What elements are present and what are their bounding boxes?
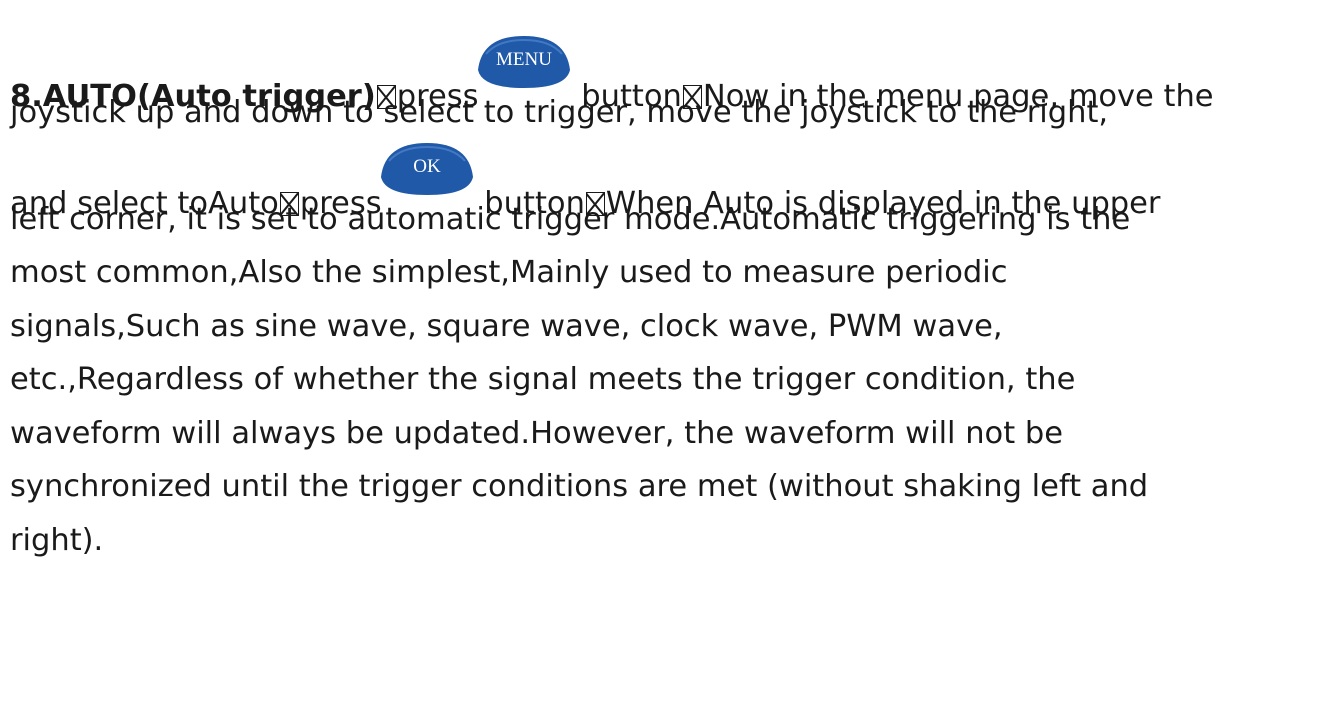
menu-button-label: MENU — [496, 49, 552, 70]
missing-glyph-icon — [376, 85, 396, 109]
missing-glyph-icon — [585, 192, 605, 216]
text-line-3: and select toAuto press OK button When Auto… — [10, 139, 1320, 221]
text-line-9: synchronized until the trigger condition… — [10, 469, 1149, 504]
missing-glyph-icon — [682, 85, 702, 109]
text-line-5: most common,Also the simplest,Mainly use… — [10, 255, 1008, 290]
menu-button-icon: MENU — [477, 36, 570, 88]
text-line-6: signals,Such as sine wave, square wave, … — [10, 308, 1003, 344]
manual-section: 8.AUTO(Auto trigger) press MENU button Now … — [10, 32, 1320, 567]
text-line-8: waveform will always be updated.However,… — [10, 415, 1063, 451]
missing-glyph-icon — [279, 192, 299, 216]
text-line-10: right). — [10, 522, 104, 558]
text-line-1: 8.AUTO(Auto trigger) press MENU button Now … — [10, 32, 1320, 114]
ok-button-icon: OK — [380, 143, 473, 195]
ok-button-label: OK — [413, 156, 441, 177]
text-line-7: etc.,Regardless of whether the signal me… — [10, 362, 1076, 397]
text-line-4: left corner, it is set to automatic trig… — [10, 201, 1131, 237]
